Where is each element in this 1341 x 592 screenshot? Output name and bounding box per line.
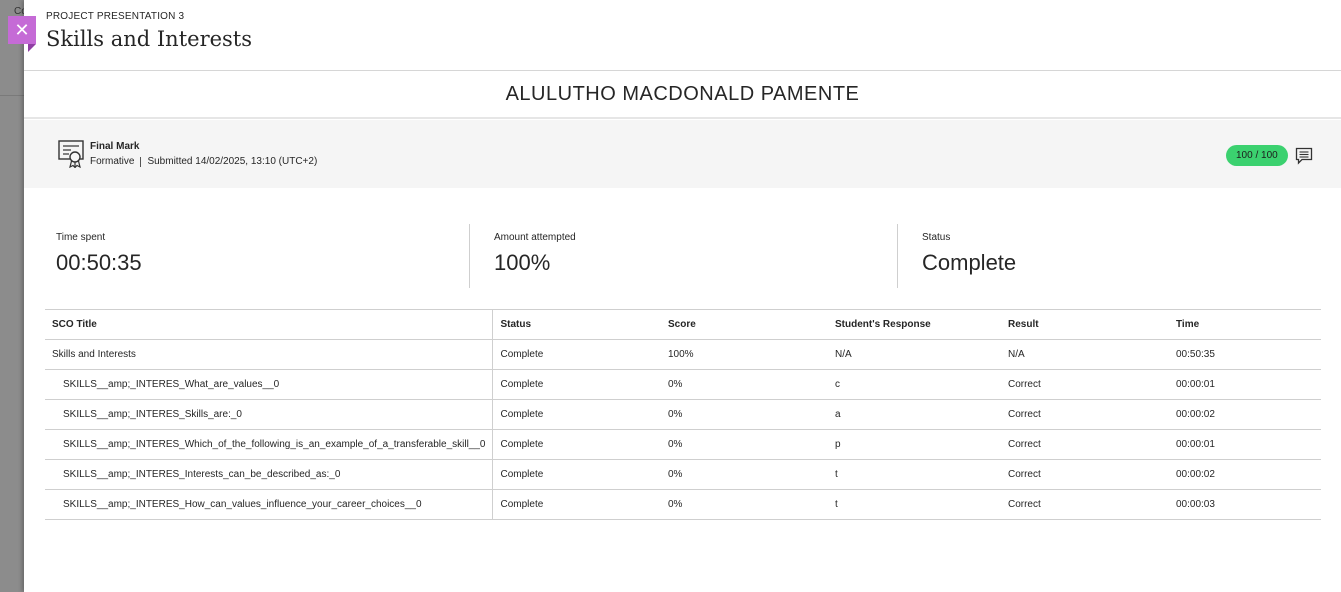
cell-status: Complete (492, 399, 661, 430)
cell-status: Complete (492, 489, 661, 520)
submitted-date: Submitted 14/02/2025, 13:10 (UTC+2) (147, 156, 318, 167)
cell-response: a (827, 399, 1001, 430)
cell-response: c (827, 369, 1001, 400)
final-mark-bar: Final Mark Formative Submitted 14/02/202… (24, 120, 1341, 188)
sco-table: SCO Title Status Score Student's Respons… (45, 309, 1321, 520)
final-mark-title: Final Mark (90, 141, 140, 152)
stat-value: 00:50:35 (56, 250, 142, 275)
column-header-score: Score (660, 309, 828, 340)
stat-value: Complete (922, 250, 1017, 275)
grade-pill[interactable]: 100 / 100 (1226, 145, 1288, 166)
cell-status: Complete (492, 429, 661, 460)
cell-score: 0% (660, 459, 828, 490)
cell-sco-title: SKILLS__amp;_INTERES_How_can_values_infl… (45, 489, 494, 520)
stat-label: Amount attempted (494, 232, 576, 243)
cell-time: 00:00:02 (1168, 459, 1321, 490)
cell-sco-title: SKILLS__amp;_INTERES_Interests_can_be_de… (45, 459, 494, 490)
stat-amount-attempted: Amount attempted 100% (484, 224, 898, 288)
table-row: SKILLS__amp;_INTERES_Skills_are:_0 Compl… (45, 399, 1321, 430)
cell-score: 0% (660, 369, 828, 400)
table-row: SKILLS__amp;_INTERES_Interests_can_be_de… (45, 459, 1321, 490)
cell-status: Complete (492, 339, 661, 370)
final-mark-meta: Formative Submitted 14/02/2025, 13:10 (U… (90, 156, 317, 167)
column-header-sco-title: SCO Title (45, 309, 494, 340)
cell-result: Correct (1000, 429, 1169, 460)
column-header-status: Status (492, 309, 661, 340)
cell-result: Correct (1000, 459, 1169, 490)
cell-sco-title: Skills and Interests (45, 339, 494, 370)
attempt-stats: Time spent 00:50:35 Amount attempted 100… (46, 224, 1328, 288)
cell-result: Correct (1000, 489, 1169, 520)
meta-separator (140, 156, 142, 167)
cell-result: Correct (1000, 399, 1169, 430)
cell-time: 00:00:01 (1168, 369, 1321, 400)
stat-status: Status Complete (912, 224, 1312, 288)
background-divider (0, 95, 24, 96)
stat-label: Time spent (56, 232, 106, 243)
table-row: Skills and Interests Complete 100% N/A N… (45, 339, 1321, 370)
student-name: ALULUTHO MACDONALD PAMENTE (24, 71, 1341, 119)
cell-time: 00:00:02 (1168, 399, 1321, 430)
cell-time: 00:00:01 (1168, 429, 1321, 460)
cell-response: t (827, 489, 1001, 520)
stat-value: 100% (494, 250, 551, 275)
cell-response: p (827, 429, 1001, 460)
background-page: Co (0, 0, 24, 592)
cell-status: Complete (492, 459, 661, 490)
cell-result: N/A (1000, 339, 1169, 370)
column-header-result: Result (1000, 309, 1169, 340)
cell-status: Complete (492, 369, 661, 400)
cell-response: t (827, 459, 1001, 490)
panel-header: PROJECT PRESENTATION 3 Skills and Intere… (24, 0, 1341, 71)
cell-sco-title: SKILLS__amp;_INTERES_Which_of_the_follow… (45, 429, 494, 460)
table-row: SKILLS__amp;_INTERES_What_are_values__0 … (45, 369, 1321, 400)
cell-score: 0% (660, 489, 828, 520)
cell-score: 100% (660, 339, 828, 370)
table-row: SKILLS__amp;_INTERES_Which_of_the_follow… (45, 429, 1321, 460)
feedback-icon[interactable] (1295, 147, 1313, 165)
cell-score: 0% (660, 429, 828, 460)
close-button[interactable]: ✕ (8, 16, 36, 52)
certificate-icon (58, 140, 84, 168)
stat-label: Status (922, 232, 951, 243)
assessment-type: Formative (90, 156, 135, 167)
cell-sco-title: SKILLS__amp;_INTERES_Skills_are:_0 (45, 399, 494, 430)
cell-sco-title: SKILLS__amp;_INTERES_What_are_values__0 (45, 369, 494, 400)
attempt-panel: PROJECT PRESENTATION 3 Skills and Intere… (24, 0, 1341, 592)
assessment-eyebrow: PROJECT PRESENTATION 3 (46, 11, 185, 22)
column-header-time: Time (1168, 309, 1321, 340)
cell-response: N/A (827, 339, 1001, 370)
column-header-response: Student's Response (827, 309, 1001, 340)
stat-time-spent: Time spent 00:50:35 (46, 224, 470, 288)
table-header-row: SCO Title Status Score Student's Respons… (45, 309, 1321, 340)
cell-time: 00:00:03 (1168, 489, 1321, 520)
close-icon: ✕ (14, 20, 30, 40)
cell-time: 00:50:35 (1168, 339, 1321, 370)
table-row: SKILLS__amp;_INTERES_How_can_values_infl… (45, 489, 1321, 520)
cell-score: 0% (660, 399, 828, 430)
page-title: Skills and Interests (46, 27, 253, 51)
cell-result: Correct (1000, 369, 1169, 400)
